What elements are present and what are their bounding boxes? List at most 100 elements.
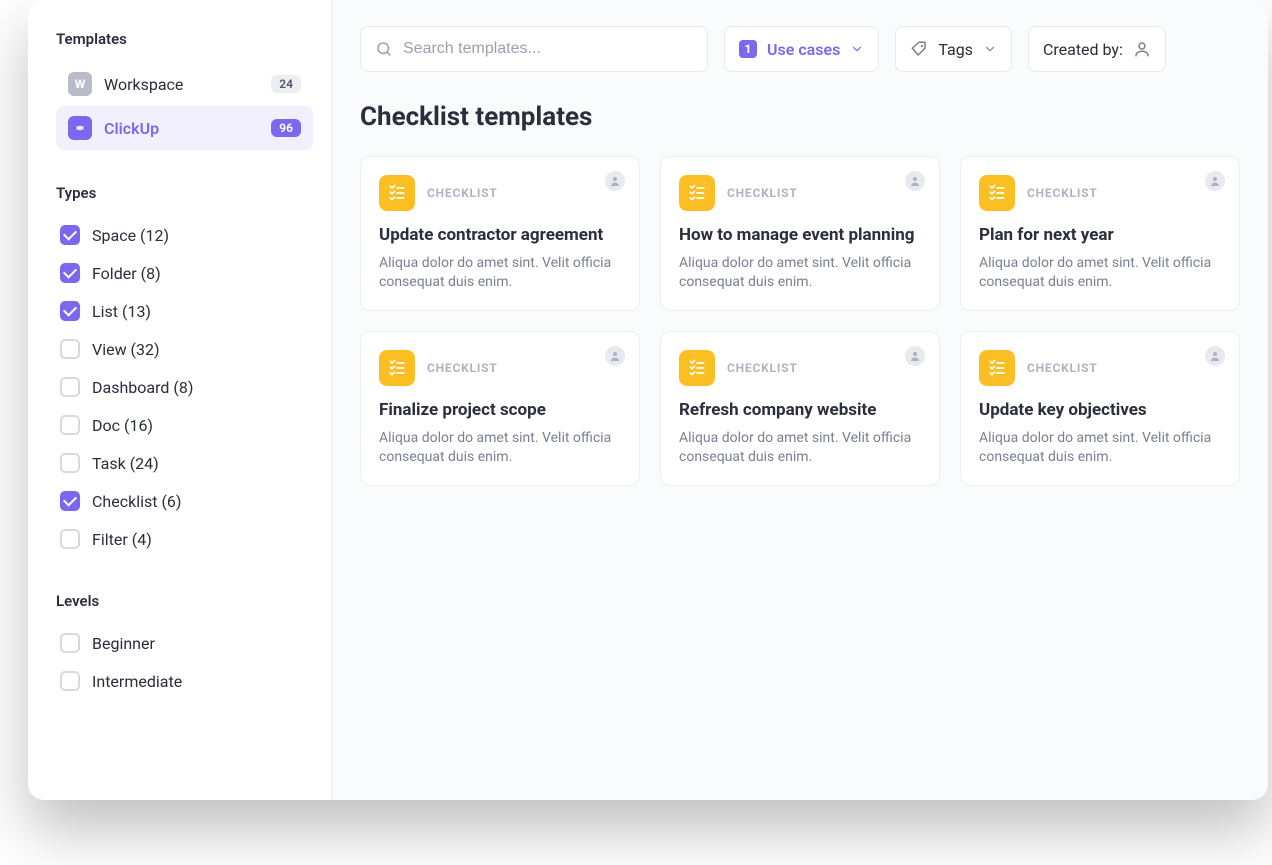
use-cases-label: Use cases (767, 40, 840, 59)
page-title: Checklist templates (360, 102, 1240, 132)
type-filter-list[interactable]: List (13) (56, 292, 313, 330)
filter-label: List (13) (92, 302, 151, 321)
filter-label: Checklist (6) (92, 492, 181, 511)
type-filter-task[interactable]: Task (24) (56, 444, 313, 482)
source-label: Workspace (104, 75, 259, 94)
template-card[interactable]: CHECKLIST Update contractor agreement Aliq… (360, 156, 640, 311)
card-title: Plan for next year (979, 225, 1221, 246)
card-title: Update key objectives (979, 400, 1221, 421)
levels-heading: Levels (56, 592, 313, 610)
card-title: Update contractor agreement (379, 225, 621, 246)
use-cases-filter[interactable]: 1 Use cases (724, 26, 879, 72)
type-filter-view[interactable]: View (32) (56, 330, 313, 368)
source-workspace[interactable]: W Workspace 24 (56, 62, 313, 106)
type-filter-space[interactable]: Space (12) (56, 216, 313, 254)
checklist-icon (379, 350, 415, 386)
type-filter-dashboard[interactable]: Dashboard (8) (56, 368, 313, 406)
source-label: ClickUp (104, 119, 259, 138)
types-heading: Types (56, 184, 313, 202)
card-author-avatar (605, 346, 625, 366)
filter-label: Space (12) (92, 226, 169, 245)
card-description: Aliqua dolor do amet sint. Velit officia… (679, 254, 921, 292)
filter-label: View (32) (92, 340, 160, 359)
card-description: Aliqua dolor do amet sint. Velit officia… (679, 429, 921, 467)
tags-filter[interactable]: Tags (895, 26, 1012, 72)
levels-list: Beginner Intermediate (56, 624, 313, 700)
card-type-label: CHECKLIST (727, 186, 798, 200)
created-by-filter[interactable]: Created by: (1028, 26, 1166, 72)
filter-label: Beginner (92, 634, 155, 653)
type-filter-doc[interactable]: Doc (16) (56, 406, 313, 444)
filter-label: Doc (16) (92, 416, 153, 435)
card-title: How to manage event planning (679, 225, 921, 246)
checkbox[interactable] (60, 225, 80, 245)
card-author-avatar (1205, 171, 1225, 191)
checkbox[interactable] (60, 491, 80, 511)
checklist-icon (379, 175, 415, 211)
sidebar-title: Templates (56, 30, 313, 48)
source-count-badge: 96 (271, 119, 301, 137)
card-type-label: CHECKLIST (1027, 361, 1098, 375)
type-filter-filter[interactable]: Filter (4) (56, 520, 313, 558)
card-title: Finalize project scope (379, 400, 621, 421)
card-header: CHECKLIST (379, 175, 621, 211)
checkbox[interactable] (60, 415, 80, 435)
card-description: Aliqua dolor do amet sint. Velit officia… (379, 429, 621, 467)
type-filter-checklist[interactable]: Checklist (6) (56, 482, 313, 520)
card-header: CHECKLIST (979, 175, 1221, 211)
level-filter-beginner[interactable]: Beginner (56, 624, 313, 662)
template-card[interactable]: CHECKLIST Update key objectives Aliqua dol… (960, 331, 1240, 486)
checklist-icon (979, 350, 1015, 386)
checklist-icon (979, 175, 1015, 211)
checklist-icon (679, 350, 715, 386)
card-author-avatar (905, 171, 925, 191)
level-filter-intermediate[interactable]: Intermediate (56, 662, 313, 700)
checklist-icon (679, 175, 715, 211)
card-type-label: CHECKLIST (427, 361, 498, 375)
card-type-label: CHECKLIST (427, 186, 498, 200)
card-header: CHECKLIST (379, 350, 621, 386)
tag-icon (910, 40, 928, 58)
checkbox[interactable] (60, 377, 80, 397)
checkbox[interactable] (60, 339, 80, 359)
search-input[interactable] (403, 40, 693, 58)
source-count-badge: 24 (271, 75, 301, 93)
card-header: CHECKLIST (679, 175, 921, 211)
chevron-down-icon (850, 42, 864, 56)
filter-label: Folder (8) (92, 264, 161, 283)
checkbox[interactable] (60, 529, 80, 549)
use-cases-count: 1 (739, 40, 757, 58)
card-description: Aliqua dolor do amet sint. Velit officia… (979, 254, 1221, 292)
card-header: CHECKLIST (979, 350, 1221, 386)
tags-label: Tags (938, 40, 973, 59)
template-card[interactable]: CHECKLISTRefresh company websiteAliqua d… (660, 331, 940, 486)
filter-label: Intermediate (92, 672, 182, 691)
checkbox[interactable] (60, 633, 80, 653)
card-author-avatar (905, 346, 925, 366)
template-card[interactable]: CHECKLIST Finalize project scope Aliqua do… (360, 331, 640, 486)
checkbox[interactable] (60, 453, 80, 473)
card-description: Aliqua dolor do amet sint. Velit officia… (379, 254, 621, 292)
card-description: Aliqua dolor do amet sint. Velit officia… (979, 429, 1221, 467)
checkbox[interactable] (60, 263, 80, 283)
app-window: Templates W Workspace 24 ClickUp 96 Type… (28, 0, 1268, 800)
template-card[interactable]: CHECKLIST How to manage event planning Ali… (660, 156, 940, 311)
search-box[interactable] (360, 26, 708, 72)
card-author-avatar (605, 171, 625, 191)
created-by-label: Created by: (1043, 40, 1123, 59)
source-clickup[interactable]: ClickUp 96 (56, 106, 313, 150)
search-icon (375, 40, 393, 58)
chevron-down-icon (983, 42, 997, 56)
sidebar: Templates W Workspace 24 ClickUp 96 Type… (28, 0, 332, 800)
template-card[interactable]: CHECKLIST Plan for next year Aliqua dolor … (960, 156, 1240, 311)
checkbox[interactable] (60, 671, 80, 691)
card-title: Refresh company website (679, 400, 921, 421)
filter-label: Task (24) (92, 454, 159, 473)
card-type-label: CHECKLIST (1027, 186, 1098, 200)
main-area: 1 Use cases Tags Created by: (332, 0, 1268, 800)
types-list: Space (12) Folder (8) List (13) View (32) Da… (56, 216, 313, 558)
clickup-icon (68, 116, 92, 140)
checkbox[interactable] (60, 301, 80, 321)
type-filter-folder[interactable]: Folder (8) (56, 254, 313, 292)
template-grid: CHECKLIST Update contractor agreement Aliq… (360, 156, 1240, 486)
